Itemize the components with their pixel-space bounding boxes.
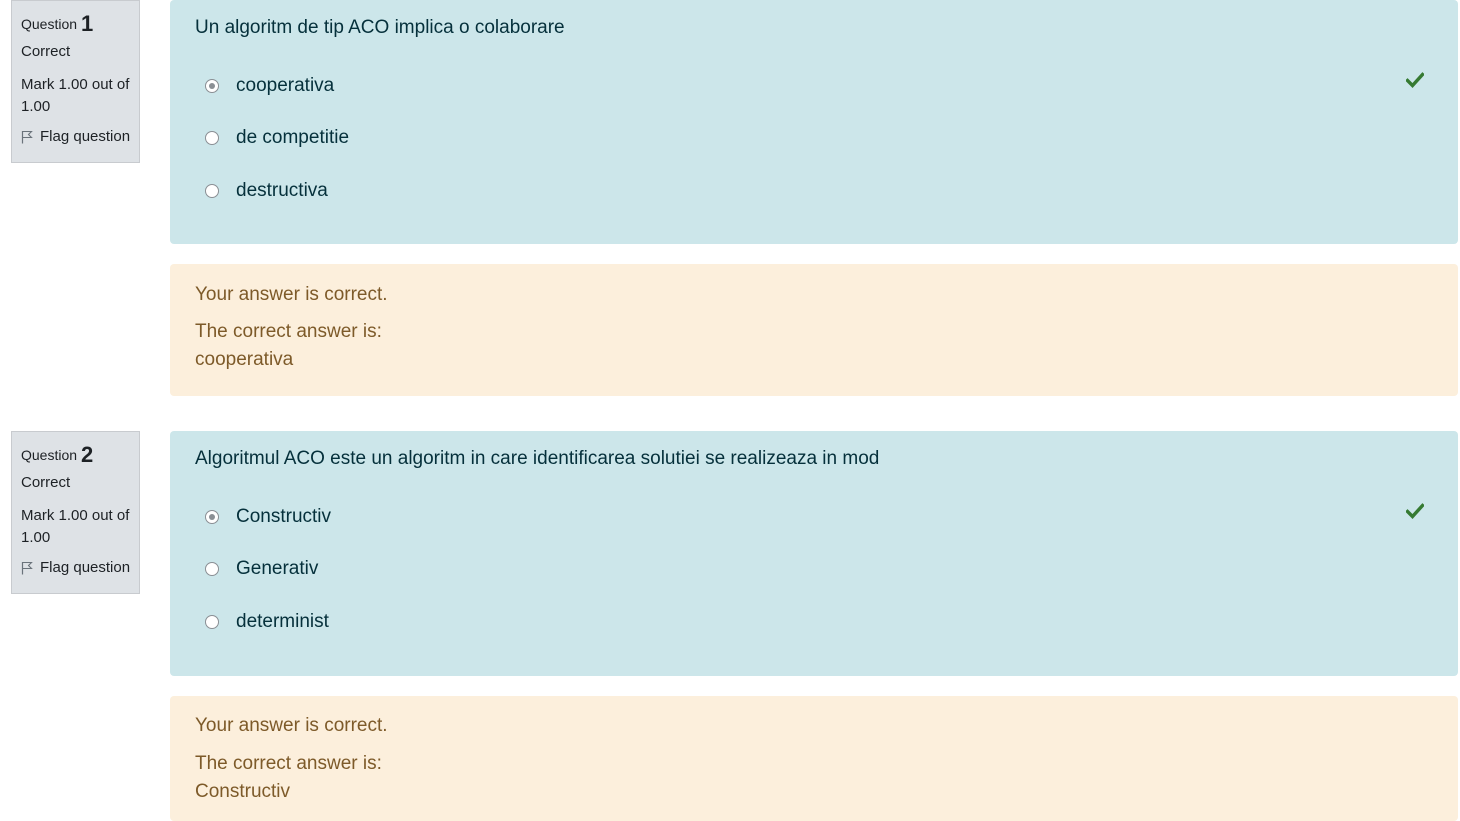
- answer-label: cooperativa: [236, 75, 335, 96]
- answer-option[interactable]: destructiva: [205, 176, 328, 206]
- answer-label: destructiva: [236, 180, 328, 201]
- question-number-value: 2: [81, 442, 94, 467]
- answer-option[interactable]: cooperativa: [205, 71, 334, 101]
- radio-button[interactable]: [205, 131, 219, 145]
- answer-label: Constructiv: [236, 506, 332, 527]
- question-text: Algoritmul ACO este un algoritm in care …: [195, 448, 880, 469]
- answer-label: de competitie: [236, 127, 350, 148]
- flag-question-label: Flag question: [40, 128, 131, 145]
- question-formulation: Algoritmul ACO este un algoritm in care …: [170, 431, 1458, 676]
- question-grade: Mark 1.00 out of 1.00: [21, 507, 130, 546]
- question-prefix: Question: [21, 447, 78, 463]
- radio-button[interactable]: [205, 562, 219, 576]
- radio-button[interactable]: [205, 615, 219, 629]
- question-prefix: Question: [21, 16, 78, 32]
- answer-option[interactable]: determinist: [205, 607, 329, 637]
- question-number-value: 1: [81, 11, 94, 36]
- flag-icon: [21, 130, 33, 144]
- flag-question-button[interactable]: Flag question: [21, 127, 139, 147]
- question-info: Question 1 Correct Mark 1.00 out of 1.00 …: [11, 0, 140, 163]
- question-number: Question 2: [21, 440, 139, 470]
- check-icon: [1406, 72, 1424, 88]
- radio-button[interactable]: [205, 184, 219, 198]
- flag-question-label: Flag question: [40, 559, 131, 576]
- question-number: Question 1: [21, 9, 139, 39]
- question-text: Un algoritm de tip ACO implica o colabor…: [195, 17, 565, 38]
- answer-option[interactable]: de competitie: [205, 123, 349, 153]
- feedback-result: Your answer is correct.: [195, 715, 388, 736]
- feedback-result: Your answer is correct.: [195, 284, 388, 305]
- answer-option[interactable]: Generativ: [205, 554, 318, 584]
- flag-icon: [21, 561, 33, 575]
- question-formulation: Un algoritm de tip ACO implica o colabor…: [170, 0, 1458, 244]
- correct-answer-intro: The correct answer is:: [195, 321, 382, 342]
- feedback-panel: Your answer is correct. The correct answ…: [170, 696, 1458, 821]
- question-state: Correct: [21, 43, 71, 60]
- correct-answer-value: cooperativa: [195, 349, 294, 370]
- flag-question-button[interactable]: Flag question: [21, 558, 139, 578]
- question-info: Question 2 Correct Mark 1.00 out of 1.00 …: [11, 431, 140, 594]
- answer-label: determinist: [236, 611, 329, 632]
- question-grade: Mark 1.00 out of 1.00: [21, 76, 130, 115]
- correct-answer-intro: The correct answer is:: [195, 753, 382, 774]
- question-state: Correct: [21, 474, 71, 491]
- feedback-panel: Your answer is correct. The correct answ…: [170, 264, 1458, 396]
- radio-button[interactable]: [205, 79, 219, 93]
- answer-label: Generativ: [236, 558, 319, 579]
- check-icon: [1406, 503, 1424, 519]
- correct-answer-value: Constructiv: [195, 781, 291, 802]
- answer-option[interactable]: Constructiv: [205, 502, 331, 532]
- radio-button[interactable]: [205, 510, 219, 524]
